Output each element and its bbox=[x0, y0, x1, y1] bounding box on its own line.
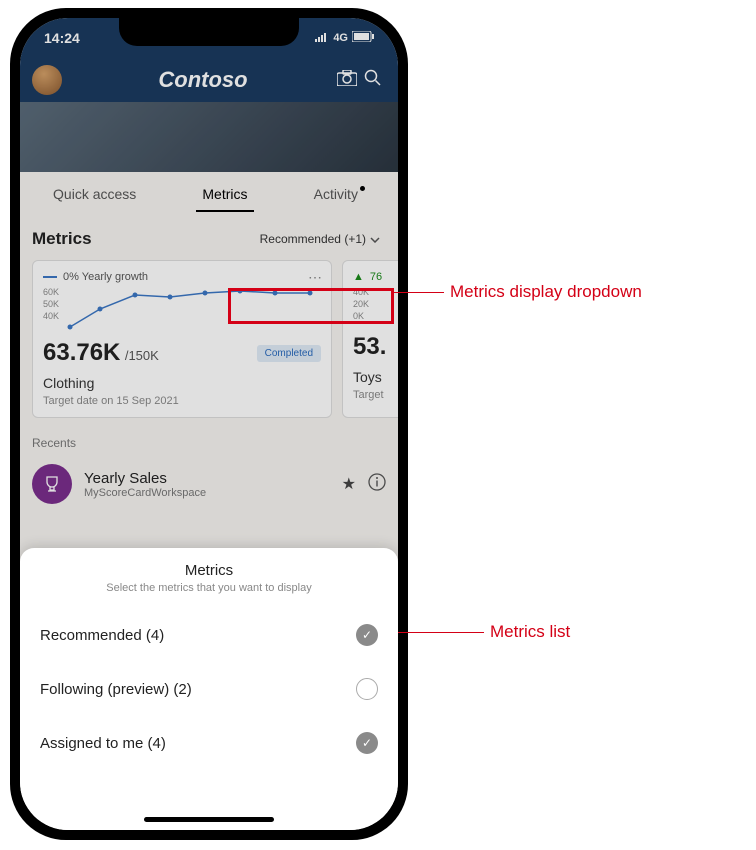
recent-subtitle: MyScoreCardWorkspace bbox=[84, 487, 330, 499]
home-indicator[interactable] bbox=[144, 817, 274, 822]
notch bbox=[119, 18, 299, 46]
option-recommended[interactable]: Recommended (4) ✓ bbox=[38, 608, 380, 662]
tab-quick-access[interactable]: Quick access bbox=[47, 176, 142, 212]
sheet-subtitle: Select the metrics that you want to disp… bbox=[38, 582, 380, 594]
metric-name: Clothing bbox=[43, 375, 321, 391]
recent-item[interactable]: Yearly Sales MyScoreCardWorkspace ★ bbox=[32, 458, 386, 510]
metrics-display-dropdown[interactable]: Recommended (+1) bbox=[254, 228, 386, 250]
activity-dot-icon bbox=[360, 186, 365, 191]
metric-value-secondary: 53. bbox=[353, 333, 398, 361]
brand-title: Contoso bbox=[72, 67, 334, 93]
card-more-icon[interactable]: ⋯ bbox=[308, 269, 323, 286]
metric-target-date: Target date on 15 Sep 2021 bbox=[43, 395, 321, 407]
metric-name-secondary: Toys bbox=[353, 369, 398, 385]
battery-icon bbox=[352, 31, 374, 45]
search-icon[interactable] bbox=[360, 69, 386, 92]
app-header: Contoso bbox=[20, 58, 398, 102]
trophy-icon bbox=[32, 464, 72, 504]
screen: 14:24 4G Contoso bbox=[20, 18, 398, 830]
y-axis-ticks: 60K 50K 40K bbox=[43, 287, 59, 333]
annotation-dropdown: Metrics display dropdown bbox=[450, 282, 642, 302]
dropdown-label: Recommended (+1) bbox=[260, 232, 366, 246]
metrics-list-sheet: Metrics Select the metrics that you want… bbox=[20, 548, 398, 830]
hero-banner bbox=[20, 102, 398, 172]
trend-value: 76 bbox=[370, 271, 382, 283]
signal-icon bbox=[315, 32, 329, 45]
avatar[interactable] bbox=[32, 65, 62, 95]
option-label: Following (preview) (2) bbox=[40, 681, 192, 698]
recents-label: Recents bbox=[32, 436, 386, 450]
trend-up-icon: ▲ bbox=[353, 271, 364, 283]
chevron-down-icon bbox=[370, 232, 380, 246]
status-right: 4G bbox=[315, 31, 374, 45]
option-assigned[interactable]: Assigned to me (4) ✓ bbox=[38, 716, 380, 770]
star-icon[interactable]: ★ bbox=[342, 474, 356, 494]
metric-card-toys[interactable]: ▲ 76 40K 20K 0K 53. Toys Target bbox=[342, 260, 398, 418]
tab-activity-label: Activity bbox=[314, 186, 358, 202]
tab-metrics[interactable]: Metrics bbox=[196, 176, 253, 212]
sheet-title: Metrics bbox=[38, 562, 380, 579]
check-icon: ✓ bbox=[356, 624, 378, 646]
option-label: Recommended (4) bbox=[40, 627, 164, 644]
check-icon: ✓ bbox=[356, 732, 378, 754]
metric-sub-secondary: Target bbox=[353, 389, 398, 401]
recent-title: Yearly Sales bbox=[84, 470, 330, 487]
camera-icon[interactable] bbox=[334, 70, 360, 91]
metric-value: 63.76K bbox=[43, 339, 120, 366]
option-following[interactable]: Following (preview) (2) bbox=[38, 662, 380, 716]
metric-denominator: /150K bbox=[125, 348, 159, 363]
section-title-metrics: Metrics bbox=[32, 229, 92, 249]
status-badge: Completed bbox=[257, 345, 321, 362]
legend-label: 0% Yearly growth bbox=[63, 271, 148, 283]
radio-unselected-icon bbox=[356, 678, 378, 700]
option-label: Assigned to me (4) bbox=[40, 735, 166, 752]
annotation-list: Metrics list bbox=[490, 622, 570, 642]
status-time: 14:24 bbox=[44, 30, 80, 46]
sparkline-chart: 60K 50K 40K bbox=[43, 287, 321, 333]
phone-frame: 14:24 4G Contoso bbox=[10, 8, 408, 840]
network-label: 4G bbox=[333, 32, 348, 44]
tab-activity[interactable]: Activity bbox=[308, 176, 371, 212]
info-icon[interactable] bbox=[368, 473, 386, 496]
metric-card-clothing[interactable]: 0% Yearly growth ⋯ 60K 50K 40K bbox=[32, 260, 332, 418]
legend-swatch-icon bbox=[43, 276, 57, 278]
tabs: Quick access Metrics Activity bbox=[20, 172, 398, 216]
